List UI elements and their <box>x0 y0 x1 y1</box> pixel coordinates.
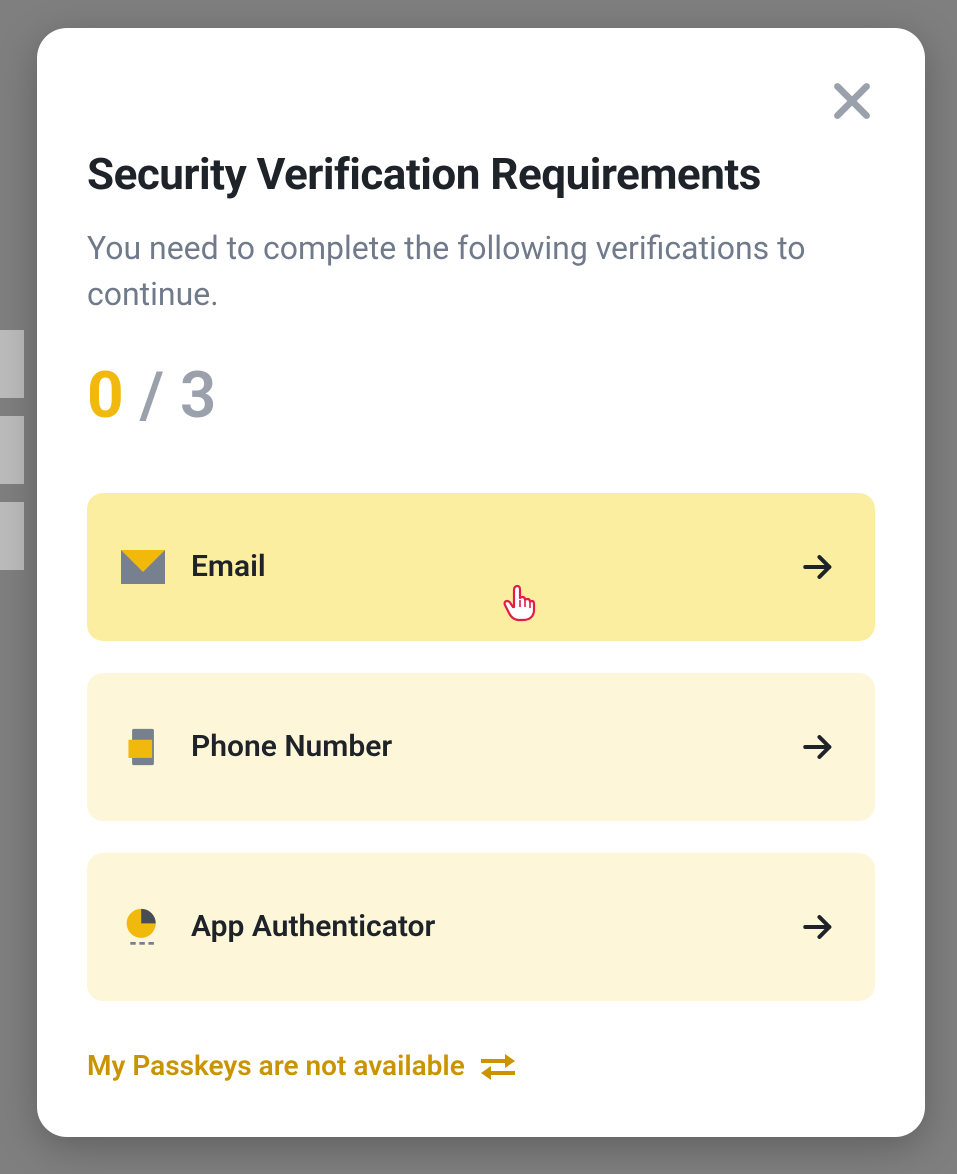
method-label: App Authenticator <box>191 909 801 944</box>
progress-current: 0 <box>87 358 124 433</box>
background-sidebar-item <box>0 416 24 484</box>
close-button[interactable] <box>827 76 877 126</box>
verification-method-phone[interactable]: Phone Number <box>87 673 875 821</box>
verification-method-email[interactable]: Email <box>87 493 875 641</box>
modal-title: Security Verification Requirements <box>87 148 875 200</box>
arrow-right-icon <box>801 550 835 584</box>
phone-icon <box>121 725 165 769</box>
verification-method-authenticator[interactable]: App Authenticator <box>87 853 875 1001</box>
security-verification-modal: Security Verification Requirements You n… <box>37 28 925 1137</box>
verification-method-list: Email Phone Number <box>87 493 875 1001</box>
background-sidebar <box>0 330 24 570</box>
authenticator-icon <box>121 905 165 949</box>
close-icon <box>827 76 877 126</box>
modal-subtitle: You need to complete the following verif… <box>87 225 875 318</box>
passkeys-unavailable-link[interactable]: My Passkeys are not available <box>87 1049 875 1082</box>
background-sidebar-item <box>0 330 24 398</box>
progress-total: 3 <box>180 358 217 433</box>
method-label: Phone Number <box>191 729 801 764</box>
arrow-right-icon <box>801 910 835 944</box>
passkeys-link-text: My Passkeys are not available <box>87 1049 465 1082</box>
progress-counter: 0 / 3 <box>87 358 875 433</box>
swap-icon <box>481 1050 515 1080</box>
method-label: Email <box>191 549 801 584</box>
email-icon <box>121 545 165 589</box>
background-sidebar-item <box>0 502 24 570</box>
arrow-right-icon <box>801 730 835 764</box>
progress-separator: / <box>124 358 180 433</box>
